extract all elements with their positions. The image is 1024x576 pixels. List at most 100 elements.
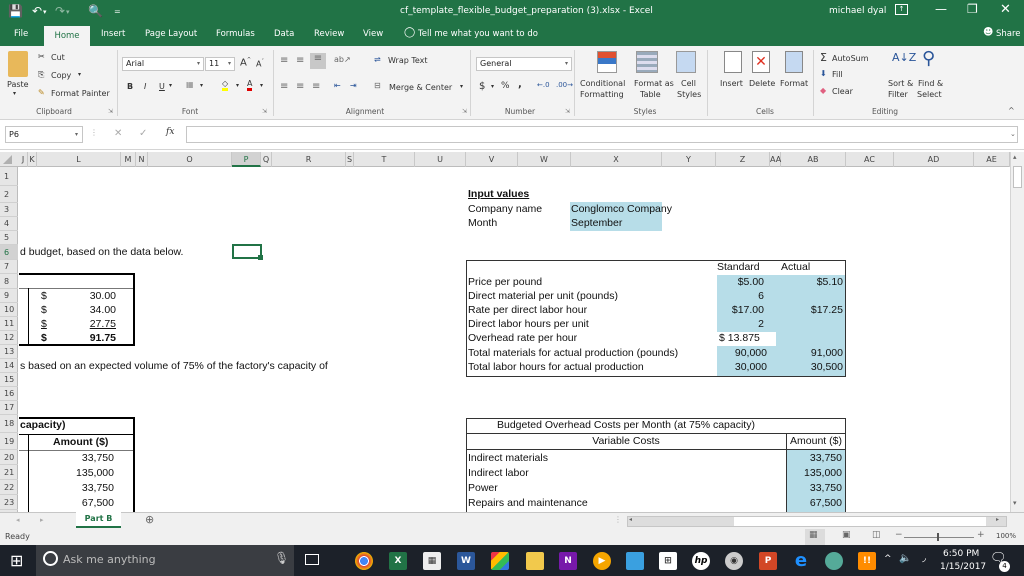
borders-dropdown-icon[interactable]: ▾ xyxy=(200,82,203,89)
row-header[interactable]: 7 xyxy=(0,260,18,274)
clear-button[interactable]: Clear xyxy=(832,87,853,96)
powerpoint-icon[interactable]: P xyxy=(759,552,777,570)
col-header-ac[interactable]: AC xyxy=(846,152,894,167)
col-header-m[interactable]: M xyxy=(121,152,136,167)
currency-button[interactable]: $ xyxy=(479,81,485,92)
row-header[interactable]: 21 xyxy=(0,465,18,480)
paste-dropdown-icon[interactable]: ▾ xyxy=(13,90,16,97)
orientation-icon[interactable]: ab↗ xyxy=(334,55,351,64)
decrease-font-size-icon[interactable]: Aˇ xyxy=(256,59,264,69)
col-header-k[interactable]: K xyxy=(28,152,37,167)
overhead-row-amount[interactable]: 135,000 xyxy=(787,467,842,479)
insert-button[interactable]: Insert xyxy=(720,79,743,88)
merge-dropdown-icon[interactable]: ▾ xyxy=(460,83,463,90)
overhead-row-amount[interactable]: 33,750 xyxy=(787,482,842,494)
photos-app-icon[interactable] xyxy=(491,552,509,570)
row-header[interactable]: 13 xyxy=(0,345,18,359)
alignment-launcher-icon[interactable]: ⇲ xyxy=(462,108,467,115)
tab-view[interactable]: View xyxy=(363,29,383,39)
merge-center-button[interactable]: Merge & Center xyxy=(389,83,452,92)
row-header[interactable]: 14 xyxy=(0,359,18,373)
paste-icon[interactable] xyxy=(8,51,28,77)
format-painter-button[interactable]: Format Painter xyxy=(51,89,110,98)
chrome-icon[interactable] xyxy=(355,552,373,570)
col-header-ae[interactable]: AE xyxy=(974,152,1010,167)
comma-button[interactable]: , xyxy=(518,79,522,90)
number-format-select[interactable]: General ▾ xyxy=(476,57,572,71)
row-header[interactable]: 11 xyxy=(0,317,18,331)
tab-file[interactable]: File xyxy=(14,29,28,39)
currency-dropdown-icon[interactable]: ▾ xyxy=(491,83,494,90)
fill-color-icon[interactable]: ◇ xyxy=(222,79,229,91)
standards-row-standard[interactable]: 6 xyxy=(709,290,764,302)
overhead-row-amount[interactable]: 33,750 xyxy=(787,452,842,464)
tab-split-grip-icon[interactable]: ⋮ xyxy=(614,515,622,524)
network-app-icon[interactable] xyxy=(626,552,644,570)
user-name[interactable]: michael dyal xyxy=(829,6,886,16)
col-header-v[interactable]: V xyxy=(466,152,518,167)
col-header-x[interactable]: X xyxy=(571,152,662,167)
cut-button[interactable]: Cut xyxy=(51,53,65,62)
clock-date[interactable]: 1/15/2017 xyxy=(940,562,986,572)
app-icon[interactable] xyxy=(825,552,843,570)
media-player-icon[interactable]: ▶ xyxy=(593,552,611,570)
row-header[interactable]: 3 xyxy=(0,203,18,217)
fill-button[interactable]: Fill xyxy=(832,70,843,79)
row-header[interactable]: 2 xyxy=(0,186,18,203)
col-header-l[interactable]: L xyxy=(37,152,121,167)
col-header-n[interactable]: N xyxy=(136,152,148,167)
select-all-icon[interactable] xyxy=(3,155,12,164)
col-header-q[interactable]: Q xyxy=(261,152,272,167)
font-size-select[interactable]: 11 ▾ xyxy=(205,57,235,71)
row-header[interactable]: 12 xyxy=(0,331,18,345)
row-header[interactable]: 6 xyxy=(0,245,18,260)
tab-insert[interactable]: Insert xyxy=(101,29,125,39)
scroll-right-icon[interactable]: ▸ xyxy=(996,516,999,523)
copy-dropdown-icon[interactable]: ▾ xyxy=(78,71,81,78)
clipboard-launcher-icon[interactable]: ⇲ xyxy=(108,108,113,115)
font-launcher-icon[interactable]: ⇲ xyxy=(262,108,267,115)
show-hidden-icons[interactable]: ^ xyxy=(884,554,892,564)
onenote-icon[interactable]: N xyxy=(559,552,577,570)
calculator-icon[interactable]: ▦ xyxy=(423,552,441,570)
increase-font-size-icon[interactable]: A^ xyxy=(240,57,251,68)
microphone-icon[interactable]: 🎙 xyxy=(274,551,289,565)
col-header-w[interactable]: W xyxy=(518,152,571,167)
align-center-icon[interactable]: ≡ xyxy=(296,81,304,92)
row-header[interactable]: 4 xyxy=(0,217,18,231)
selected-cell-p6[interactable] xyxy=(232,244,263,260)
row-header[interactable]: 22 xyxy=(0,480,18,495)
customize-qat-icon[interactable]: = xyxy=(114,7,121,16)
bottom-align-icon[interactable]: ≡ xyxy=(310,53,326,69)
row-header[interactable]: 19 xyxy=(0,433,18,450)
conditional-formatting-line1[interactable]: Conditional xyxy=(580,79,625,88)
task-view-icon[interactable] xyxy=(305,554,319,565)
row-header[interactable]: 16 xyxy=(0,387,18,401)
horizontal-scrollbar[interactable]: ◂ ▸ xyxy=(627,516,1007,527)
row-header[interactable]: 17 xyxy=(0,401,18,415)
tab-page-layout[interactable]: Page Layout xyxy=(145,29,197,39)
restore-icon[interactable]: ❐ xyxy=(967,2,978,16)
next-sheet-icon[interactable]: ▸ xyxy=(40,516,44,524)
underline-button[interactable]: U xyxy=(159,82,165,91)
add-sheet-icon[interactable]: ⊕ xyxy=(145,513,154,526)
col-header-aa[interactable]: AA xyxy=(770,152,781,167)
col-header-s[interactable]: S xyxy=(346,152,354,167)
borders-icon[interactable]: ▦ xyxy=(186,80,194,89)
normal-view-icon[interactable]: ▦ xyxy=(809,530,818,540)
wrap-text-button[interactable]: Wrap Text xyxy=(388,56,428,65)
italic-button[interactable]: I xyxy=(144,82,146,91)
col-header-t[interactable]: T xyxy=(354,152,415,167)
standards-row-standard[interactable]: 30,000 xyxy=(709,361,767,373)
clock-time[interactable]: 6:50 PM xyxy=(943,549,979,559)
decrease-indent-icon[interactable]: ⇤ xyxy=(334,81,341,90)
hp-icon[interactable]: hp xyxy=(692,552,710,570)
col-header-j[interactable]: J xyxy=(19,152,28,167)
standards-row-standard[interactable]: 2 xyxy=(709,318,764,330)
row-header[interactable]: 20 xyxy=(0,450,18,465)
font-name-select[interactable]: Arial ▾ xyxy=(122,57,204,71)
undo-dropdown-icon[interactable]: ▾ xyxy=(43,8,47,16)
file-explorer-icon[interactable] xyxy=(526,552,544,570)
col-header-z[interactable]: Z xyxy=(716,152,770,167)
standards-row-actual[interactable]: 91,000 xyxy=(779,347,843,359)
